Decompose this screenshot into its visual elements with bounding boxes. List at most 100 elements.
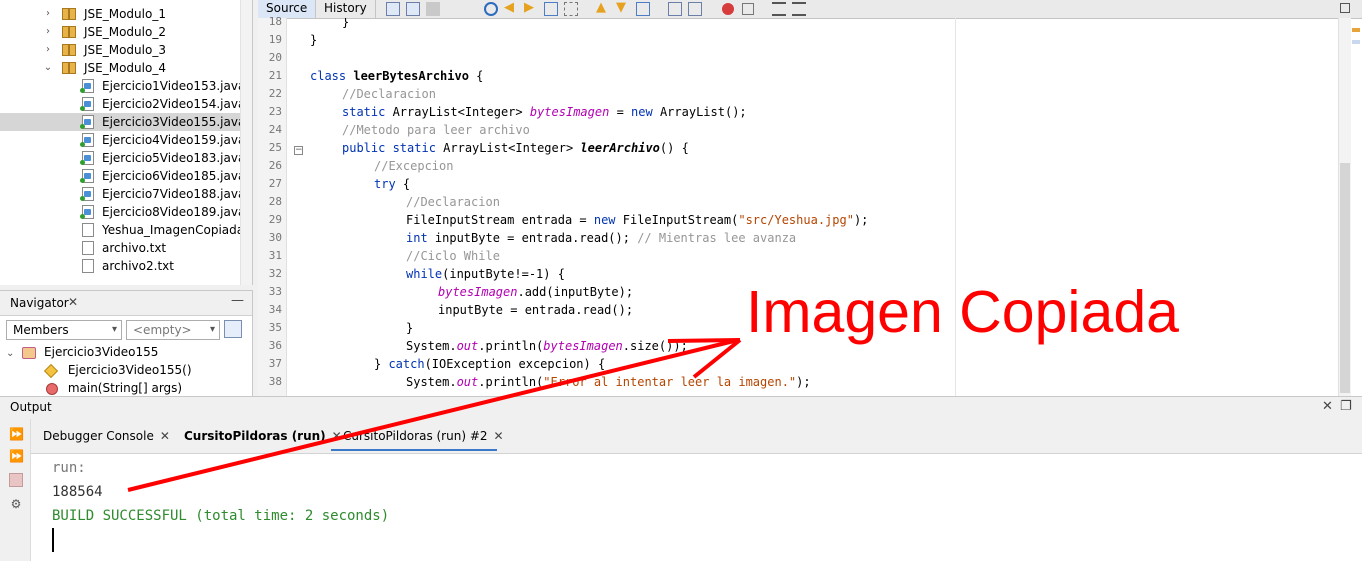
close-icon[interactable]: ✕ (494, 429, 504, 443)
tree-item-label: archivo2.txt (102, 259, 174, 273)
record-macro-icon[interactable] (722, 3, 734, 15)
tree-item-label: archivo.txt (102, 241, 167, 255)
tree-item-ejercicio2video154[interactable]: Ejercicio2Video154.java (0, 95, 245, 113)
line-number: 25 (268, 141, 282, 154)
navigator-class-item[interactable]: ⌄ Ejercicio3Video155 (6, 343, 158, 361)
tree-item-label: Ejercicio4Video159.java (102, 133, 246, 147)
output-side-toolbar: ⏩ ⏩ ⚙ (0, 419, 31, 561)
code-text: ); (796, 375, 811, 389)
output-title[interactable]: Output (10, 400, 52, 414)
project-scrollbar[interactable] (240, 0, 252, 285)
class-name: Ejercicio3Video155 (44, 345, 159, 359)
tree-item-label: JSE_Modulo_2 (84, 25, 166, 39)
warning-marker-icon[interactable] (1352, 28, 1360, 32)
tab-history[interactable]: History (316, 0, 376, 18)
fold-collapse-icon[interactable]: − (294, 146, 303, 155)
chevron-right-icon[interactable]: › (42, 23, 54, 41)
toggle-bookmark-icon[interactable] (636, 2, 650, 16)
tree-item-jse-modulo-1[interactable]: › JSE_Modulo_1 (0, 5, 240, 23)
tree-item-ejercicio4video159[interactable]: Ejercicio4Video159.java (0, 131, 245, 149)
toggle-highlight-icon[interactable] (544, 2, 558, 16)
minimize-icon[interactable]: — (231, 293, 244, 308)
stop-macro-icon[interactable] (742, 3, 754, 15)
navigator-constructor-item[interactable]: Ejercicio3Video155() (43, 361, 192, 379)
rerun-icon[interactable]: ⏩ (9, 427, 24, 441)
line-number: 29 (268, 213, 282, 226)
close-icon[interactable]: ✕ (160, 429, 170, 443)
tab-cursitopildoras-run-2[interactable]: CursitoPildoras (run) #2 ✕ (331, 429, 504, 451)
scope-select[interactable]: <empty> ▾ (126, 320, 220, 340)
code-text: .println( (478, 339, 544, 353)
line-number-gutter: 18 19 20 21 22 23 24 25 26 27 28 29 30 31 32 33 34 35 36 37… (258, 15, 287, 396)
code-line-26: //Excepcion (374, 157, 453, 175)
shift-right-icon[interactable] (688, 2, 702, 16)
code-comment: //Metodo para leer archivo (342, 123, 530, 137)
toggle-selection-icon[interactable] (564, 2, 578, 16)
find-next-icon[interactable]: ▶ (524, 1, 538, 16)
tree-item-jse-modulo-3[interactable]: › JSE_Modulo_3 (0, 41, 240, 59)
code-text: } (310, 33, 318, 47)
tree-item-jse-modulo-4[interactable]: ⌄ JSE_Modulo_4 (0, 59, 240, 77)
code-comment: //Declaracion (406, 195, 500, 209)
rerun-with-params-icon[interactable]: ⏩ (9, 449, 24, 463)
restore-window-icon[interactable]: ❐ (1340, 399, 1352, 414)
close-icon[interactable]: ✕ (1322, 399, 1333, 414)
forward-icon[interactable] (426, 2, 440, 16)
file-icon (82, 259, 94, 273)
back-icon[interactable] (406, 2, 420, 16)
comment-icon[interactable] (772, 2, 786, 16)
line-number: 32 (268, 267, 282, 280)
tree-item-label: Ejercicio7Video188.java (102, 187, 246, 201)
tab-cursitopildoras-run[interactable]: CursitoPildoras (run) ✕ (184, 429, 342, 443)
navigator-options-icon[interactable] (224, 320, 242, 338)
chevron-down-icon[interactable]: ⌄ (42, 59, 54, 77)
next-bookmark-icon[interactable]: ▼ (616, 1, 630, 16)
tree-item-archivo-txt[interactable]: archivo.txt (0, 239, 240, 257)
code-field: bytesImagen (438, 285, 518, 299)
stop-icon[interactable] (9, 473, 23, 487)
members-filter-select[interactable]: Members ▾ (6, 320, 122, 340)
maximize-icon[interactable] (1340, 3, 1350, 13)
navigator-tab[interactable]: Navigator (10, 296, 69, 310)
settings-icon[interactable]: ⚙ (9, 497, 23, 511)
tree-item-ejercicio7video188[interactable]: Ejercicio7Video188.java (0, 185, 245, 203)
info-marker-icon[interactable] (1352, 40, 1360, 44)
java-file-icon (80, 79, 94, 93)
code-comment: //Ciclo While (406, 249, 500, 263)
shift-left-icon[interactable] (668, 2, 682, 16)
output-console[interactable]: run: 188564 BUILD SUCCESSFUL (total time… (31, 454, 1362, 561)
scope-value: <empty> (133, 323, 192, 337)
close-icon[interactable]: ✕ (68, 295, 78, 309)
tree-item-ejercicio3video155[interactable]: Ejercicio3Video155.java (0, 113, 245, 131)
code-field: out (456, 339, 479, 353)
members-filter-value: Members (13, 323, 69, 337)
tree-item-yeshua-imagencopiada[interactable]: Yeshua_ImagenCopiada.jp (0, 221, 252, 239)
chevron-right-icon[interactable]: › (42, 5, 54, 23)
editor-scroll-thumb[interactable] (1340, 163, 1350, 393)
line-number: 33 (268, 285, 282, 298)
chevron-right-icon[interactable]: › (42, 41, 54, 59)
find-previous-icon[interactable]: ◀ (504, 1, 518, 16)
editor-scrollbar[interactable] (1338, 18, 1351, 396)
code-keyword: try (374, 177, 396, 191)
uncomment-icon[interactable] (792, 2, 806, 16)
previous-bookmark-icon[interactable]: ▲ (596, 1, 610, 16)
tree-item-ejercicio8video189[interactable]: Ejercicio8Video189.java (0, 203, 245, 221)
tree-item-label: Ejercicio8Video189.java (102, 205, 246, 219)
tree-item-ejercicio6video185[interactable]: Ejercicio6Video185.java (0, 167, 245, 185)
code-text: FileInputStream( (615, 213, 739, 227)
tab-source[interactable]: Source (258, 0, 317, 18)
editor-toolbar: Source History ◀ ▶ ▲ ▼ (258, 0, 1362, 19)
last-edit-icon[interactable] (386, 2, 400, 16)
tab-debugger-console[interactable]: Debugger Console ✕ (43, 429, 170, 443)
tree-item-archivo2-txt[interactable]: archivo2.txt (0, 257, 240, 275)
chevron-down-icon[interactable]: ⌄ (6, 348, 14, 359)
code-text: ArrayList<Integer> (435, 141, 581, 155)
search-icon[interactable] (484, 2, 498, 16)
code-text: .size()); (622, 339, 688, 353)
tree-item-ejercicio5video183[interactable]: Ejercicio5Video183.java (0, 149, 245, 167)
tree-item-jse-modulo-2[interactable]: › JSE_Modulo_2 (0, 23, 240, 41)
code-line-19: } (310, 31, 317, 49)
tree-item-ejercicio1video153[interactable]: Ejercicio1Video153.java (0, 77, 245, 95)
navigator-method-item[interactable]: main(String[] args) (46, 379, 182, 397)
